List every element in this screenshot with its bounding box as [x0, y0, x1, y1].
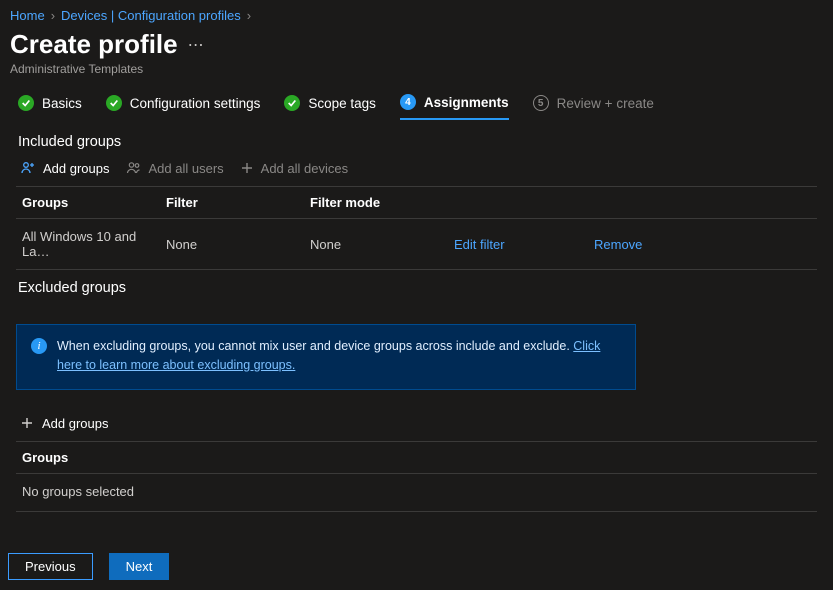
step-label: Configuration settings — [130, 96, 261, 111]
included-groups-table: Groups Filter Filter mode All Windows 10… — [16, 186, 817, 270]
col-header-groups[interactable]: Groups — [16, 442, 74, 473]
page-header: Create profile ⋯ — [0, 23, 833, 60]
step-basics[interactable]: Basics — [18, 95, 82, 119]
plus-icon — [240, 161, 254, 175]
excluded-info-banner: i When excluding groups, you cannot mix … — [16, 324, 636, 390]
checkmark-icon — [284, 95, 300, 111]
add-all-users-button[interactable]: Add all users — [126, 160, 224, 176]
more-actions-icon[interactable]: ⋯ — [188, 35, 204, 55]
excluded-groups-heading: Excluded groups — [0, 270, 833, 302]
table-row: All Windows 10 and La… None None Edit fi… — [16, 219, 817, 269]
action-label: Add all devices — [261, 161, 348, 176]
action-label: Add all users — [149, 161, 224, 176]
step-assignments[interactable]: 4 Assignments — [400, 94, 509, 120]
checkmark-icon — [106, 95, 122, 111]
step-label: Review + create — [557, 96, 654, 111]
cell-group-name: All Windows 10 and La… — [16, 219, 160, 269]
breadcrumb-devices-config[interactable]: Devices | Configuration profiles — [61, 8, 241, 23]
wizard-footer: Previous Next — [8, 553, 169, 580]
excluded-groups-table: Groups No groups selected — [16, 441, 817, 512]
step-number-icon: 4 — [400, 94, 416, 110]
included-groups-heading: Included groups — [0, 124, 833, 156]
previous-button[interactable]: Previous — [8, 553, 93, 580]
page-subtitle: Administrative Templates — [0, 60, 833, 90]
info-text: When excluding groups, you cannot mix us… — [57, 337, 621, 375]
chevron-right-icon: › — [247, 8, 251, 23]
step-scope-tags[interactable]: Scope tags — [284, 95, 376, 119]
breadcrumb: Home › Devices | Configuration profiles … — [0, 0, 833, 23]
people-icon — [126, 160, 142, 176]
checkmark-icon — [18, 95, 34, 111]
step-review-create: 5 Review + create — [533, 95, 654, 119]
next-button[interactable]: Next — [109, 553, 170, 580]
add-groups-button[interactable]: Add groups — [20, 160, 110, 176]
person-add-icon — [20, 160, 36, 176]
action-label: Add groups — [43, 161, 110, 176]
page-title: Create profile — [10, 29, 178, 60]
cell-filter-mode: None — [304, 227, 448, 262]
wizard-steps: Basics Configuration settings Scope tags… — [0, 90, 833, 124]
excluded-add-groups-button[interactable]: Add groups — [0, 404, 833, 441]
breadcrumb-home[interactable]: Home — [10, 8, 45, 23]
excluded-empty-text: No groups selected — [16, 474, 817, 511]
info-message: When excluding groups, you cannot mix us… — [57, 339, 573, 353]
table-header: Groups Filter Filter mode — [16, 187, 817, 219]
step-label: Scope tags — [308, 96, 376, 111]
included-actions: Add groups Add all users Add all devices — [0, 156, 833, 186]
step-label: Assignments — [424, 95, 509, 110]
step-number-icon: 5 — [533, 95, 549, 111]
step-configuration-settings[interactable]: Configuration settings — [106, 95, 261, 119]
table-header: Groups — [16, 442, 817, 474]
action-label: Add groups — [42, 416, 109, 431]
edit-filter-link[interactable]: Edit filter — [448, 227, 588, 262]
chevron-right-icon: › — [51, 8, 55, 23]
plus-icon — [20, 416, 34, 430]
info-icon: i — [31, 338, 47, 354]
add-all-devices-button[interactable]: Add all devices — [240, 161, 348, 176]
cell-filter: None — [160, 227, 304, 262]
col-header-groups[interactable]: Groups — [16, 187, 160, 218]
col-header-filter[interactable]: Filter — [160, 187, 304, 218]
step-label: Basics — [42, 96, 82, 111]
remove-link[interactable]: Remove — [588, 227, 710, 262]
col-header-filter-mode[interactable]: Filter mode — [304, 187, 448, 218]
